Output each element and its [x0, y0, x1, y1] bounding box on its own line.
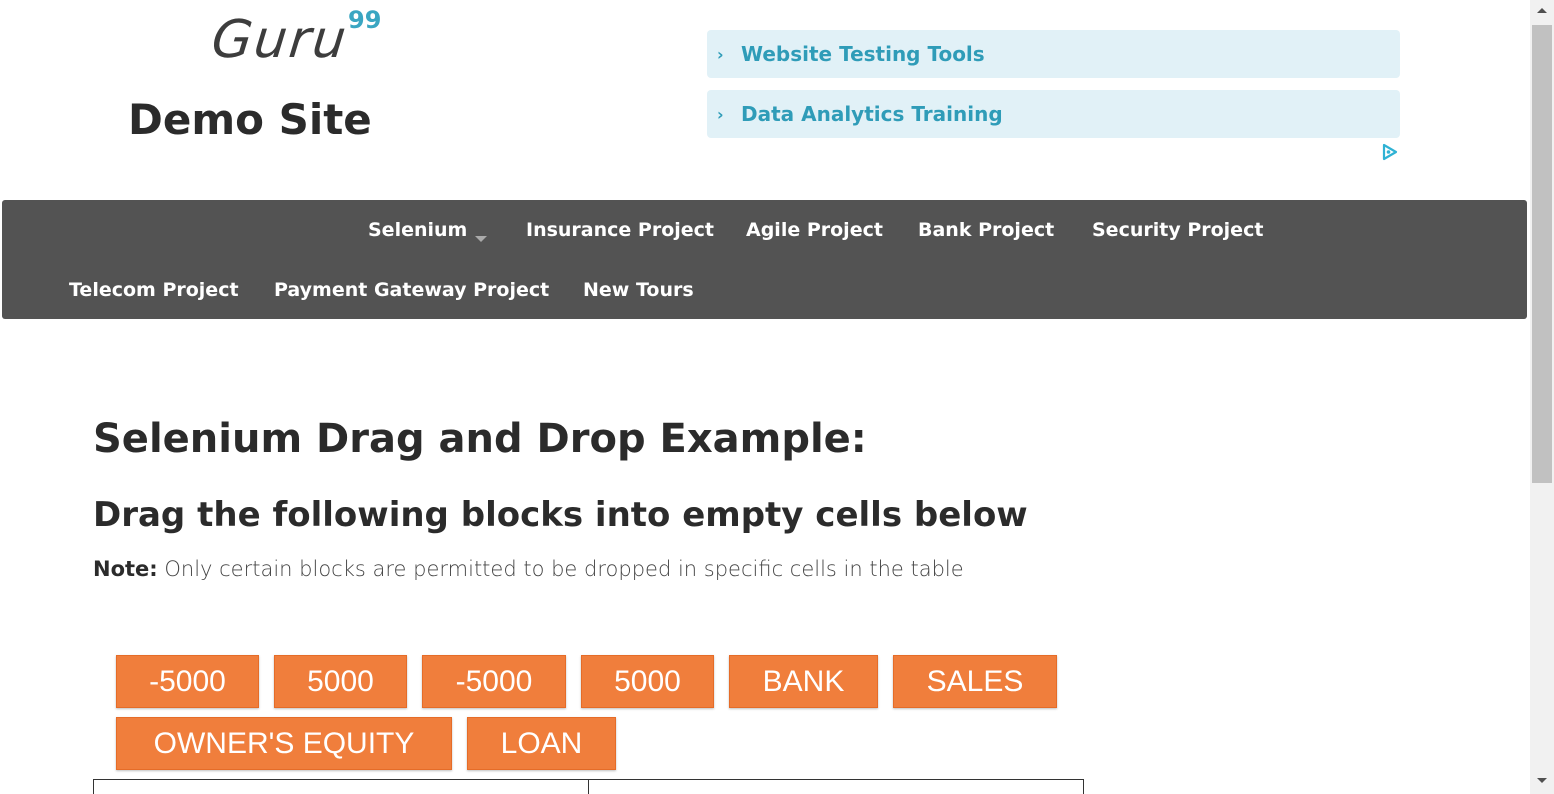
chevron-right-icon: › — [717, 44, 724, 64]
drag-block-owners-equity[interactable]: OWNER'S EQUITY — [116, 717, 452, 770]
page: Guru 99 Demo Site › Website Testing Tool… — [0, 0, 1554, 794]
nav-item-label: Selenium — [368, 219, 468, 241]
vertical-scrollbar[interactable] — [1530, 0, 1554, 794]
nav-item-payment-gateway-project[interactable]: Payment Gateway Project — [274, 275, 549, 305]
scrollbar-thumb[interactable] — [1532, 25, 1552, 483]
ad-link-data-analytics-training[interactable]: › Data Analytics Training — [707, 90, 1400, 138]
ad-label: Website Testing Tools — [741, 42, 985, 66]
main-navbar: Selenium Insurance Project Agile Project… — [2, 200, 1527, 319]
chevron-right-icon: › — [717, 104, 724, 124]
scroll-down-arrow-icon[interactable] — [1537, 778, 1547, 783]
note-label: Note: — [93, 557, 158, 581]
drag-block-sales[interactable]: SALES — [893, 655, 1057, 708]
guru99-logo[interactable]: Guru 99 — [208, 6, 392, 86]
drag-block-bank[interactable]: BANK — [729, 655, 878, 708]
nav-item-bank-project[interactable]: Bank Project — [918, 215, 1054, 245]
drag-block-minus-5000-1[interactable]: -5000 — [116, 655, 259, 708]
nav-item-telecom-project[interactable]: Telecom Project — [69, 275, 239, 305]
logo-text: Guru — [208, 10, 351, 70]
site-title: Demo Site — [128, 95, 372, 144]
drag-block-5000-1[interactable]: 5000 — [274, 655, 407, 708]
ad-label: Data Analytics Training — [741, 102, 1003, 126]
caret-down-icon — [475, 236, 488, 242]
ad-link-website-testing-tools[interactable]: › Website Testing Tools — [707, 30, 1400, 78]
drag-block-5000-2[interactable]: 5000 — [581, 655, 714, 708]
note-body: Only certain blocks are permitted to be … — [157, 557, 964, 581]
nav-item-agile-project[interactable]: Agile Project — [746, 215, 883, 245]
page-title: Selenium Drag and Drop Example: — [93, 416, 867, 462]
note-text: Note: Only certain blocks are permitted … — [93, 554, 964, 584]
scroll-up-arrow-icon[interactable] — [1537, 8, 1547, 13]
drop-table-divider — [588, 779, 589, 794]
page-subtitle: Drag the following blocks into empty cel… — [93, 495, 1028, 535]
nav-item-security-project[interactable]: Security Project — [1092, 215, 1263, 245]
adchoices-icon[interactable] — [1380, 142, 1400, 162]
drag-block-loan[interactable]: LOAN — [467, 717, 616, 770]
logo-superscript: 99 — [348, 6, 382, 34]
drag-block-minus-5000-2[interactable]: -5000 — [422, 655, 566, 708]
nav-item-selenium[interactable]: Selenium — [368, 215, 488, 245]
nav-item-new-tours[interactable]: New Tours — [583, 275, 694, 305]
nav-item-insurance-project[interactable]: Insurance Project — [526, 215, 714, 245]
